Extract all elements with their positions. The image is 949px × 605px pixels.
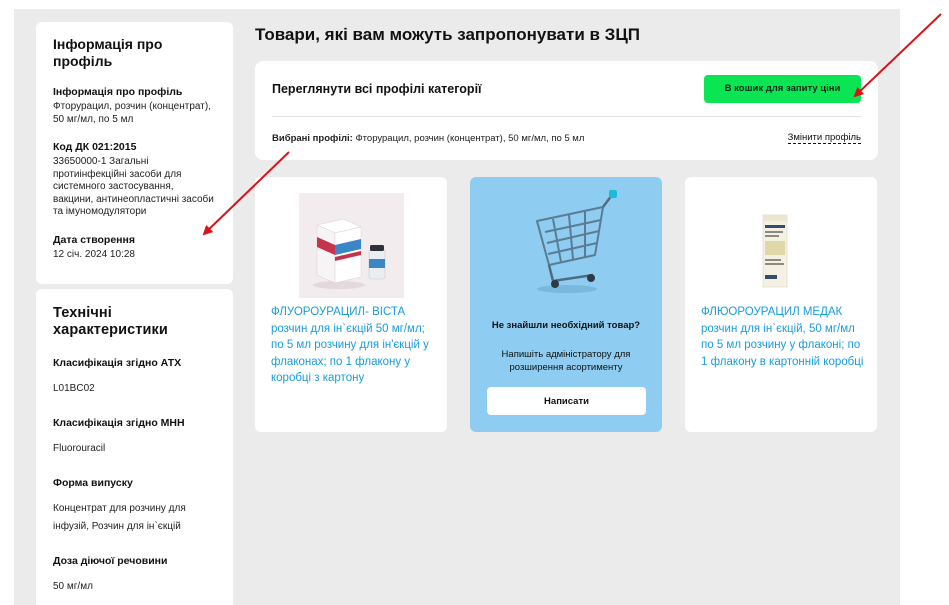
profile-field-created: Дата створення 12 січ. 2024 10:28	[53, 234, 216, 262]
spec-inn: Класифікація згідно МНН Fluorouracil	[53, 417, 216, 458]
not-found-text: Напишіть адміністратору для розширення а…	[501, 349, 631, 373]
tech-specs-title: Технічні характеристики	[53, 305, 168, 338]
selected-profiles-row: Вибрані профілі: Фторурацил, розчин (кон…	[272, 117, 861, 159]
product-name-link[interactable]: ФЛУОРОУРАЦИЛ- ВІСТА розчин для ін`єкцій …	[271, 304, 437, 387]
field-value: 33650000-1 Загальні протиінфекційні засо…	[53, 156, 214, 217]
field-label: Класифікація згідно АТХ	[53, 357, 182, 369]
profile-field-info: Інформація про профіль Фторурацил, розчи…	[53, 86, 216, 126]
selected-profiles-value: Фторурацил, розчин (концентрат), 50 мг/м…	[355, 132, 585, 144]
field-value: Fluorouracil	[53, 443, 106, 454]
page-title: Товари, які вам можуть запропонувати в З…	[255, 25, 640, 44]
product-card[interactable]: ФЛУОРОУРАЦИЛ- ВІСТА розчин для ін`єкцій …	[255, 177, 447, 432]
tech-specs-card: Технічні характеристики Класифікація згі…	[36, 289, 233, 605]
change-profile-link[interactable]: Змінити профіль	[787, 132, 861, 144]
add-to-cart-button[interactable]: В кошик для запиту ціни	[704, 74, 861, 103]
profile-info-title: Інформація про профіль	[53, 36, 163, 69]
product-not-found-card: Не знайшли необхідний товар? Напишіть ад…	[470, 177, 662, 432]
product-name-link[interactable]: ФЛЮОРОУРАЦИЛ МЕДАК розчин для ін`єкцій, …	[701, 304, 867, 370]
field-label: Дата створення	[53, 233, 135, 246]
product-card[interactable]: ФЛЮОРОУРАЦИЛ МЕДАК розчин для ін`єкцій, …	[685, 177, 877, 432]
field-label: Код ДК 021:2015	[53, 141, 137, 153]
selected-profiles-label: Вибрані профілі:	[272, 132, 353, 144]
medicine-box-image	[299, 193, 404, 298]
field-value: L01BC02	[53, 383, 95, 394]
medicine-box-image	[729, 193, 834, 298]
write-admin-button[interactable]: Написати	[487, 387, 646, 415]
profile-field-dk-code: Код ДК 021:2015 33650000-1 Загальні прот…	[53, 141, 216, 219]
shopping-cart-icon	[515, 185, 620, 300]
field-value: 12 січ. 2024 10:28	[53, 248, 135, 260]
panel-header: Переглянути всі профілі категорії В коши…	[272, 61, 861, 117]
field-label: Класифікація згідно МНН	[53, 417, 185, 429]
field-label: Інформація про профіль	[53, 86, 183, 98]
profile-info-card: Інформація про профіль Інформація про пр…	[36, 22, 233, 284]
product-image[interactable]	[299, 193, 404, 298]
field-value: Концентрат для розчину для інфузій, Розч…	[53, 503, 186, 532]
panel-heading: Переглянути всі профілі категорії	[272, 81, 482, 96]
field-label: Доза діючої речовини	[53, 555, 168, 567]
not-found-title: Не знайшли необхідний товар?	[491, 320, 641, 331]
selected-profiles: Вибрані профілі: Фторурацил, розчин (кон…	[272, 133, 584, 144]
spec-form: Форма випуску Концентрат для розчину для…	[53, 477, 216, 536]
field-value: 50 мг/мл	[53, 581, 93, 592]
field-label: Форма випуску	[53, 477, 133, 489]
spec-dose: Доза діючої речовини 50 мг/мл	[53, 555, 216, 596]
category-profile-panel: Переглянути всі профілі категорії В коши…	[255, 61, 878, 160]
field-value: Фторурацил, розчин (концентрат), 50 мг/м…	[53, 101, 211, 125]
product-image[interactable]	[729, 193, 834, 298]
spec-atc: Класифікація згідно АТХ L01BC02	[53, 357, 216, 398]
